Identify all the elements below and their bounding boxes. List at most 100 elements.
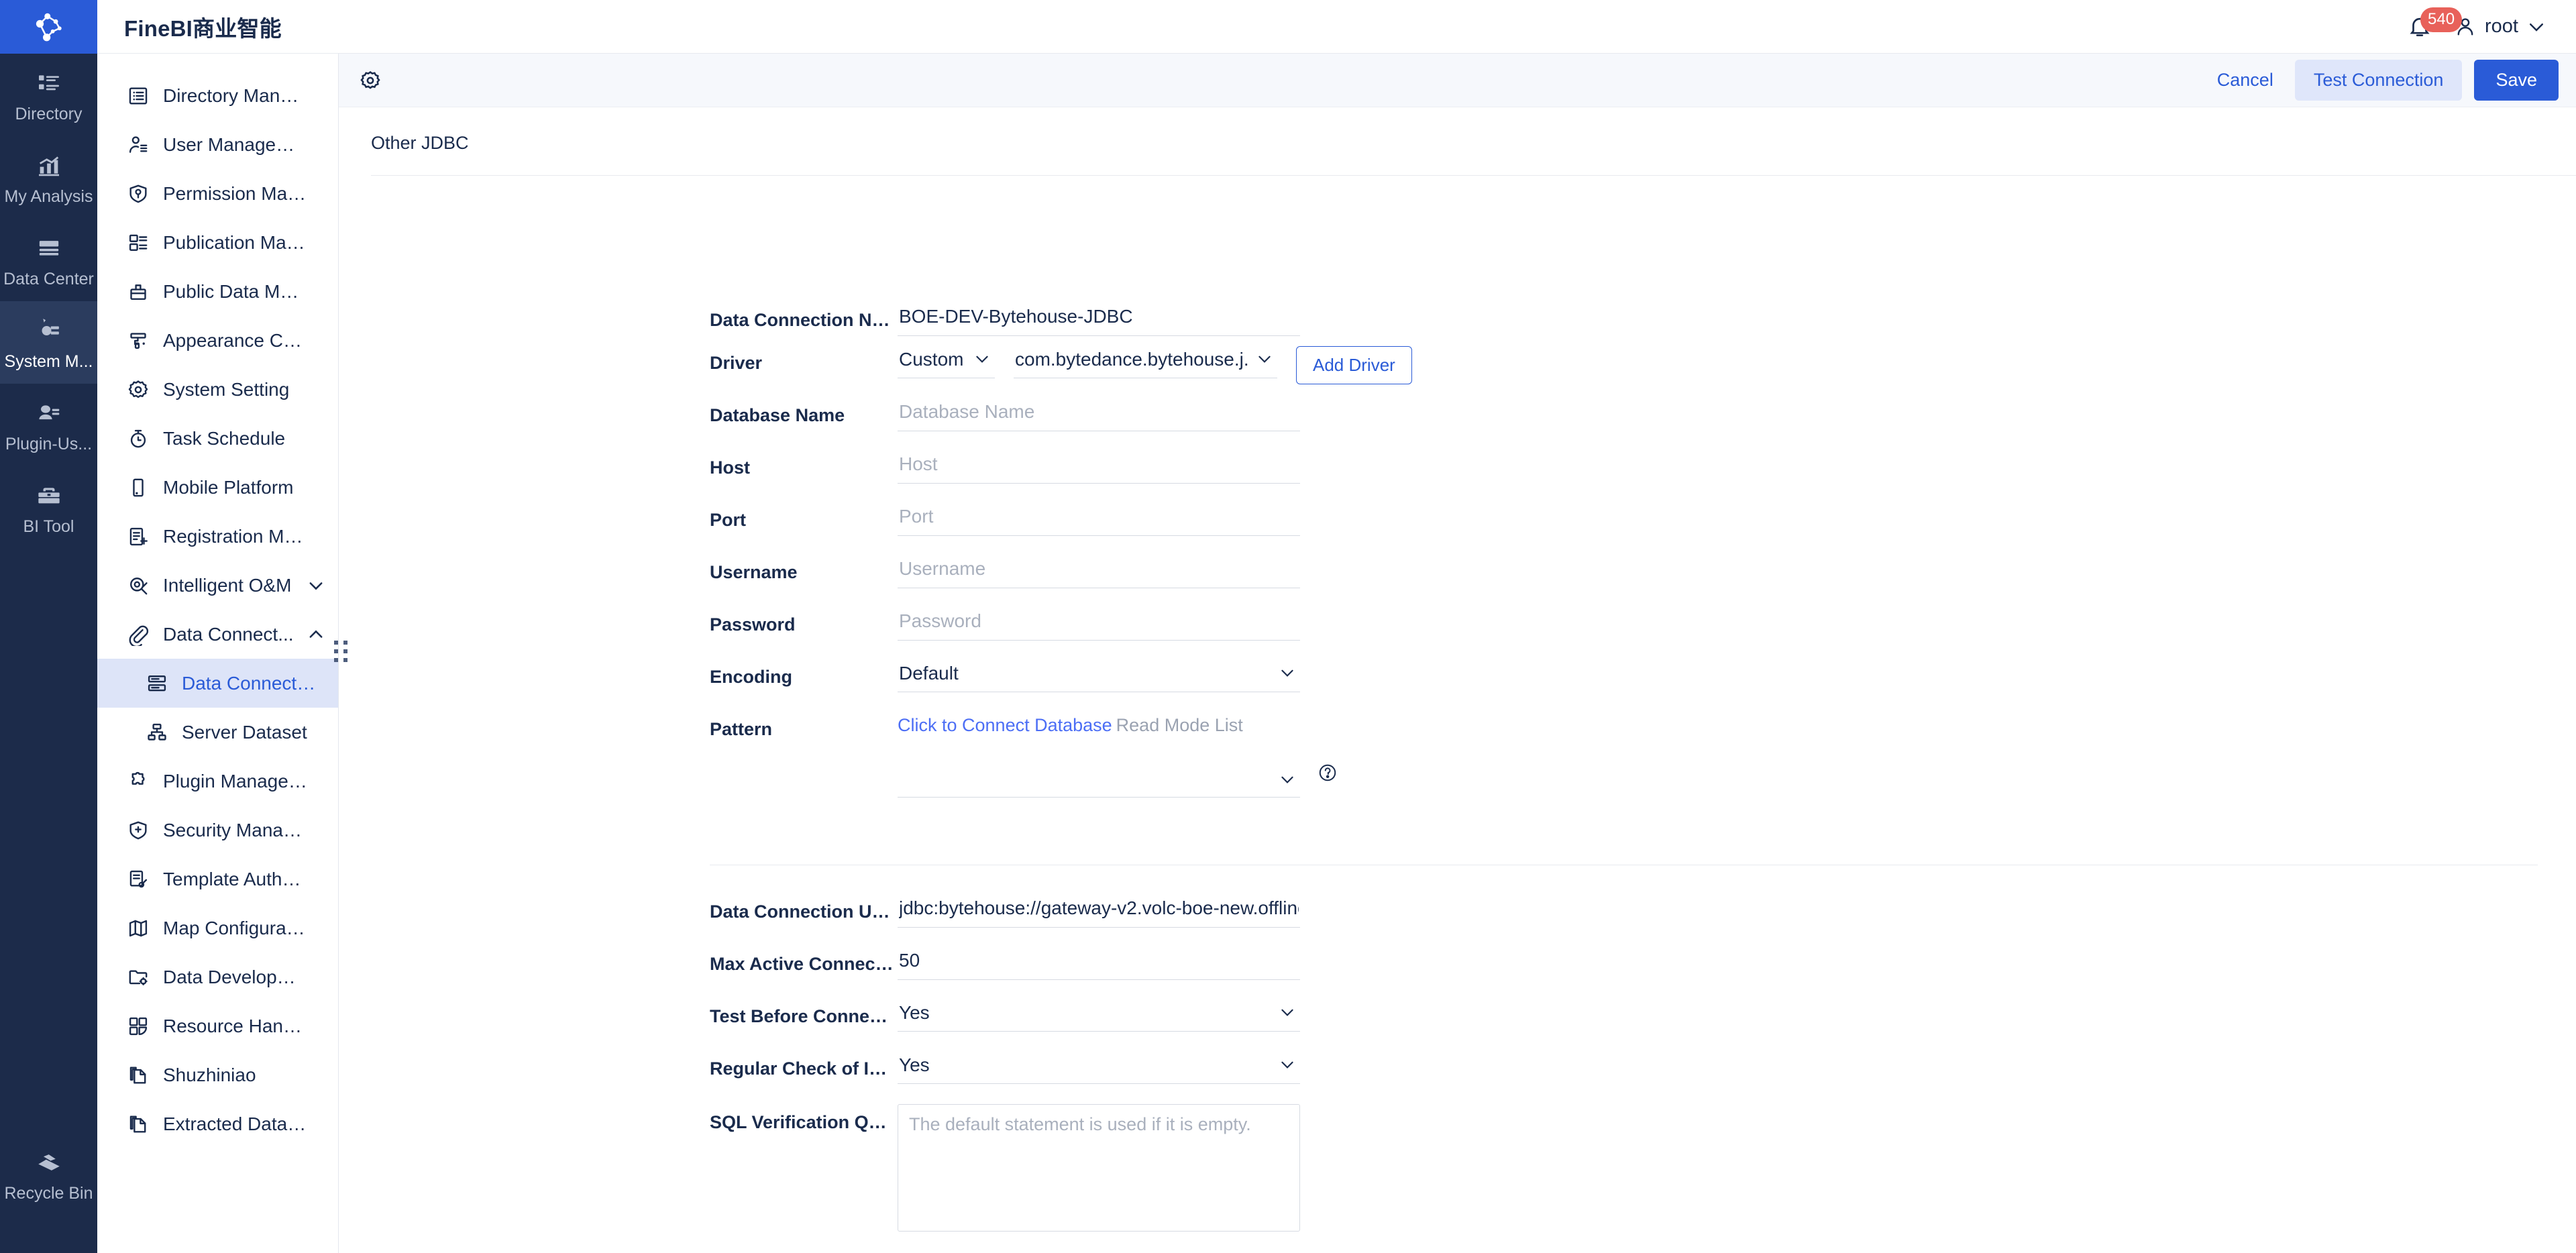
data-connection-name-input[interactable] <box>898 303 1300 336</box>
sidebar-item-label: Permission Mana... <box>163 182 307 204</box>
sidebar-item-label: User Management <box>163 133 307 155</box>
rail-item-recycle-bin[interactable]: Recycle Bin <box>0 1133 97 1215</box>
rail-item-label: Directory <box>15 105 83 123</box>
sidebar-item-label: Data Developmen... <box>163 966 307 987</box>
sidebar-item-template-authent[interactable]: Template Authent... <box>97 855 338 904</box>
label-sql-verification-query: SQL Verification Query <box>710 1112 894 1132</box>
app-logo[interactable] <box>0 0 97 54</box>
sidebar-item-extracted-data-c[interactable]: Extracted Data C... <box>97 1099 338 1148</box>
test-connection-button[interactable]: Test Connection <box>2294 60 2463 101</box>
sidebar-resize-handle[interactable] <box>334 641 349 667</box>
label-regular-check-idle: Regular Check of Idle ... <box>710 1058 894 1079</box>
database-name-field[interactable] <box>898 398 1300 431</box>
timer-icon <box>127 427 150 450</box>
sidebar-item-mobile-platform[interactable]: Mobile Platform <box>97 463 338 512</box>
rail-item-my-analysis[interactable]: My Analysis <box>0 136 97 219</box>
mobile-icon <box>127 476 150 499</box>
data-connection-name-field[interactable] <box>898 303 1300 336</box>
sidebar-item-public-data-mana[interactable]: Public Data Mana... <box>97 267 338 316</box>
sidebar-item-publication-mana[interactable]: Publication Mana... <box>97 218 338 267</box>
sidebar-item-label: Appearance Con... <box>163 329 307 351</box>
regular-check-idle-select-wrap: Yes <box>898 1052 1300 1084</box>
driver-type-select[interactable]: Custom <box>898 346 995 378</box>
sidebar-item-label: Publication Mana... <box>163 231 307 253</box>
driver-class-select[interactable]: com.bytedance.bytehouse.j... <box>1014 346 1277 378</box>
rail-item-bi-tool[interactable]: BI Tool <box>0 466 97 549</box>
directory-list-icon <box>0 68 97 98</box>
chevron-down-icon[interactable] <box>2526 17 2546 37</box>
sidebar-menu: Directory Manage... User Management Permis… <box>97 54 338 1148</box>
sidebar-item-shuzhiniao[interactable]: Shuzhiniao <box>97 1050 338 1099</box>
sidebar-item-task-schedule[interactable]: Task Schedule <box>97 414 338 463</box>
sidebar-item-user-management[interactable]: User Management <box>97 120 338 169</box>
username-input[interactable] <box>898 555 1300 588</box>
test-before-connection-field: Yes <box>898 999 1300 1032</box>
data-connection-url-input[interactable] <box>898 895 1300 928</box>
add-driver-button[interactable]: Add Driver <box>1296 346 1412 384</box>
chevron-down-icon[interactable] <box>306 576 326 596</box>
security-shield-icon <box>127 819 150 842</box>
sidebar-item-map-configuration[interactable]: Map Configuration <box>97 904 338 952</box>
sidebar-item-registration-man[interactable]: Registration Man... <box>97 512 338 561</box>
rail-item-directory[interactable]: Directory <box>0 54 97 136</box>
port-field[interactable] <box>898 503 1300 536</box>
sidebar-item-server-dataset[interactable]: Server Dataset <box>97 708 338 757</box>
template-auth-icon <box>127 868 150 891</box>
regular-check-idle-field: Yes <box>898 1052 1300 1084</box>
paperclip-icon <box>127 623 150 646</box>
sidebar-item-system-setting[interactable]: System Setting <box>97 365 338 414</box>
sidebar-item-security-manage[interactable]: Security Manage... <box>97 806 338 855</box>
host-field[interactable] <box>898 451 1300 484</box>
label-port: Port <box>710 510 746 530</box>
sidebar-item-intelligent-o-m[interactable]: Intelligent O&M <box>97 561 338 610</box>
label-test-before-connection: Test Before Connection <box>710 1006 894 1026</box>
gear-icon <box>360 70 380 89</box>
label-username: Username <box>710 562 798 582</box>
sidebar-item-data-developmen[interactable]: Data Developmen... <box>97 952 338 1001</box>
sql-verification-query-textarea[interactable] <box>898 1104 1300 1232</box>
save-button[interactable]: Save <box>2474 60 2559 101</box>
sidebar-item-directory-manage[interactable]: Directory Manage... <box>97 71 338 120</box>
secondary-sidebar: Directory Manage... User Management Permis… <box>97 54 339 1253</box>
main-content: Cancel Test Connection Save Other JDBC D… <box>339 54 2576 1253</box>
user-menu[interactable]: root <box>2454 15 2546 38</box>
port-input[interactable] <box>898 503 1300 536</box>
sidebar-item-appearance-con[interactable]: Appearance Con... <box>97 316 338 365</box>
connect-database-link[interactable]: Click to Connect Database <box>898 715 1112 736</box>
sidebar-item-label: Data Connectio... <box>182 672 316 694</box>
sidebar-item-resource-handover[interactable]: Resource Handover <box>97 1001 338 1050</box>
password-field[interactable] <box>898 608 1300 641</box>
sidebar-item-label: Server Dataset <box>182 721 307 743</box>
sidebar-item-plugin-management[interactable]: Plugin Management <box>97 757 338 806</box>
sidebar-item-data-connectio[interactable]: Data Connectio... <box>97 659 338 708</box>
chevron-up-icon[interactable] <box>306 624 326 645</box>
sidebar-item-data-connect[interactable]: Data Connect... <box>97 610 338 659</box>
host-input[interactable] <box>898 451 1300 484</box>
notifications-button[interactable]: 540 <box>2407 7 2463 42</box>
password-input[interactable] <box>898 608 1300 641</box>
data-connection-url-field[interactable] <box>898 895 1300 928</box>
rail-item-plugin-us[interactable]: Plugin-Us... <box>0 384 97 466</box>
max-active-connection-input[interactable] <box>898 947 1300 980</box>
rail-item-label: System M... <box>4 352 93 371</box>
question-circle-icon[interactable] <box>1318 763 1338 783</box>
sql-verification-query-field[interactable] <box>898 1104 1300 1235</box>
cancel-button[interactable]: Cancel <box>2200 60 2291 100</box>
bar-chart-icon <box>0 151 97 180</box>
database-name-input[interactable] <box>898 398 1300 431</box>
test-before-connection-select[interactable]: Yes <box>898 999 1300 1032</box>
rail-item-system-m[interactable]: System M... <box>0 301 97 384</box>
encoding-select[interactable]: Default <box>898 660 1300 692</box>
sidebar-item-permission-mana[interactable]: Permission Mana... <box>97 169 338 218</box>
label-database-name: Database Name <box>710 405 845 425</box>
permission-shield-icon <box>127 182 150 205</box>
rail-item-data-center[interactable]: Data Center <box>0 219 97 301</box>
notification-badge: 540 <box>2420 7 2463 32</box>
username-field[interactable] <box>898 555 1300 588</box>
top-bar: FineBI商业智能 540 root <box>0 0 2576 54</box>
pattern-select[interactable] <box>898 765 1300 798</box>
encoding-field: Default <box>898 660 1300 692</box>
settings-button[interactable] <box>355 65 386 96</box>
max-active-connection-field[interactable] <box>898 947 1300 980</box>
regular-check-idle-select[interactable]: Yes <box>898 1052 1300 1084</box>
